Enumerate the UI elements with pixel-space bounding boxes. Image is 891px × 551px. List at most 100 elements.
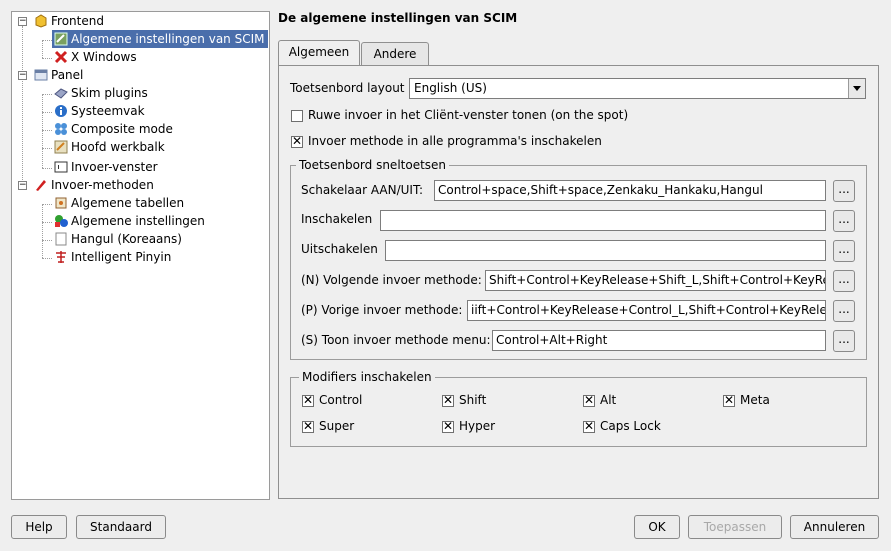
toolbar-icon <box>54 140 68 154</box>
x-icon <box>54 50 68 64</box>
tree-item-xwindows[interactable]: X Windows <box>52 48 252 66</box>
check-mark-icon: ✕ <box>292 134 303 148</box>
tree-connector <box>42 148 52 149</box>
tree-item-panel[interactable]: − Panel <box>12 66 270 84</box>
tree-label: Algemene instellingen van SCIM <box>71 32 265 46</box>
tree-label: Invoer-venster <box>71 160 158 174</box>
tree-item-main-toolbar[interactable]: Hoofd werkbalk <box>52 138 252 156</box>
help-button[interactable]: Help <box>11 515 67 539</box>
tree-connector <box>42 94 43 168</box>
hotkey-previous-field[interactable]: iift+Control+KeyRelease+Control_L,Shift+… <box>467 300 826 321</box>
tab-general[interactable]: Algemeen <box>278 40 360 66</box>
tab-label: Andere <box>373 47 417 61</box>
tree-item-hangul[interactable]: Hangul (Koreaans) <box>52 230 252 248</box>
tree-connector <box>42 94 52 95</box>
tree-label: Hangul (Koreaans) <box>71 232 182 246</box>
all-programs-label: Invoer methode in alle programma's insch… <box>308 134 602 148</box>
tree-connector <box>42 204 43 258</box>
keyboard-layout-select[interactable]: English (US) <box>409 78 866 99</box>
hotkey-next-field[interactable]: Shift+Control+KeyRelease+Shift_L,Shift+C… <box>485 270 826 291</box>
plugin-icon <box>54 86 68 100</box>
folder-icon <box>34 14 48 28</box>
check-mark-icon: ✕ <box>724 393 735 407</box>
tree-label: Intelligent Pinyin <box>71 250 172 264</box>
hotkey-disable-browse-button[interactable]: ... <box>833 240 855 262</box>
tree-label: Hoofd werkbalk <box>71 140 165 154</box>
tree-item-frontend[interactable]: − Frontend <box>12 12 270 30</box>
tree-connector <box>42 258 52 259</box>
collapse-toggle-icon[interactable]: − <box>18 181 27 190</box>
modifier-super-checkbox[interactable]: ✕ <box>302 419 314 433</box>
tree-label: Panel <box>51 68 84 82</box>
tree-connector <box>42 58 52 59</box>
defaults-button[interactable]: Standaard <box>76 515 166 539</box>
modifier-alt-label: Alt <box>600 393 617 407</box>
keyboard-layout-label: Toetsenbord layout <box>290 81 405 95</box>
check-mark-icon: ✕ <box>443 419 454 433</box>
modifier-meta-checkbox[interactable]: ✕ <box>723 393 735 407</box>
modifier-capslock-checkbox[interactable]: ✕ <box>583 419 595 433</box>
pinyin-icon <box>54 250 68 264</box>
tree-connector <box>42 40 43 58</box>
document-icon <box>54 232 68 246</box>
hotkey-previous-label: (P) Vorige invoer methode: <box>301 303 463 317</box>
check-mark-icon: ✕ <box>303 393 314 407</box>
hotkey-next-browse-button[interactable]: ... <box>833 270 855 292</box>
hotkey-menu-field[interactable]: Control+Alt+Right <box>492 330 826 351</box>
info-icon <box>54 104 68 118</box>
hotkey-enable-field[interactable] <box>380 210 826 231</box>
tree-item-systray[interactable]: Systeemvak <box>52 102 252 120</box>
apply-button[interactable]: Toepassen <box>688 515 782 539</box>
tree-item-scim-general[interactable]: Algemene instellingen van SCIM <box>52 30 268 48</box>
page-title: De algemene instellingen van SCIM <box>278 11 518 25</box>
check-mark-icon: ✕ <box>303 419 314 433</box>
tree-label: Algemene tabellen <box>71 196 185 210</box>
ok-button[interactable]: OK <box>634 515 680 539</box>
tree-connector <box>42 168 52 169</box>
hotkey-toggle-label: Schakelaar AAN/UIT: <box>301 183 424 197</box>
tree-item-composite[interactable]: Composite mode <box>52 120 252 138</box>
hotkey-disable-field[interactable] <box>385 240 826 261</box>
tree-item-skim-plugins[interactable]: Skim plugins <box>52 84 252 102</box>
tab-other[interactable]: Andere <box>361 42 429 66</box>
window-icon <box>54 160 68 174</box>
hotkey-toggle-browse-button[interactable]: ... <box>833 180 855 202</box>
tree-label: Algemene instellingen <box>71 214 205 228</box>
tree-item-pinyin[interactable]: Intelligent Pinyin <box>52 248 252 266</box>
modifiers-group <box>290 377 867 447</box>
tree-item-input-methods[interactable]: − Invoer-methoden <box>12 176 270 194</box>
onthespot-label: Ruwe invoer in het Cliënt-venster tonen … <box>308 108 629 122</box>
tree-connector <box>42 222 52 223</box>
tree-label: X Windows <box>71 50 137 64</box>
check-mark-icon: ✕ <box>584 393 595 407</box>
hotkey-enable-browse-button[interactable]: ... <box>833 210 855 232</box>
onthespot-checkbox[interactable] <box>291 110 303 122</box>
settings-tree[interactable]: − Frontend Algemene instellingen van SCI… <box>11 11 270 500</box>
hotkey-menu-browse-button[interactable]: ... <box>833 330 855 352</box>
check-mark-icon: ✕ <box>584 419 595 433</box>
hotkey-disable-label: Uitschakelen <box>301 242 378 256</box>
modifier-control-checkbox[interactable]: ✕ <box>302 393 314 407</box>
settings-icon <box>54 32 68 46</box>
tree-connector <box>42 204 52 205</box>
collapse-toggle-icon[interactable]: − <box>18 71 27 80</box>
tree-item-input-window[interactable]: Invoer-venster <box>52 158 252 176</box>
tree-item-general-tables[interactable]: Algemene tabellen <box>52 194 252 212</box>
hotkey-enable-label: Inschakelen <box>301 212 373 226</box>
modifier-hyper-checkbox[interactable]: ✕ <box>442 419 454 433</box>
tree-connector <box>42 112 52 113</box>
modifier-meta-label: Meta <box>740 393 770 407</box>
collapse-toggle-icon[interactable]: − <box>18 17 27 26</box>
modifier-shift-checkbox[interactable]: ✕ <box>442 393 454 407</box>
hotkey-toggle-field[interactable]: Control+space,Shift+space,Zenkaku_Hankak… <box>434 180 826 201</box>
all-programs-checkbox[interactable]: ✕ <box>291 134 303 148</box>
tree-item-general-settings[interactable]: Algemene instellingen <box>52 212 252 230</box>
tree-label: Skim plugins <box>71 86 148 100</box>
tree-label: Systeemvak <box>71 104 145 118</box>
tab-label: Algemeen <box>288 45 350 59</box>
cancel-button[interactable]: Annuleren <box>790 515 879 539</box>
hotkey-previous-browse-button[interactable]: ... <box>833 300 855 322</box>
check-mark-icon: ✕ <box>443 393 454 407</box>
modifier-alt-checkbox[interactable]: ✕ <box>583 393 595 407</box>
tree-connector <box>42 240 52 241</box>
